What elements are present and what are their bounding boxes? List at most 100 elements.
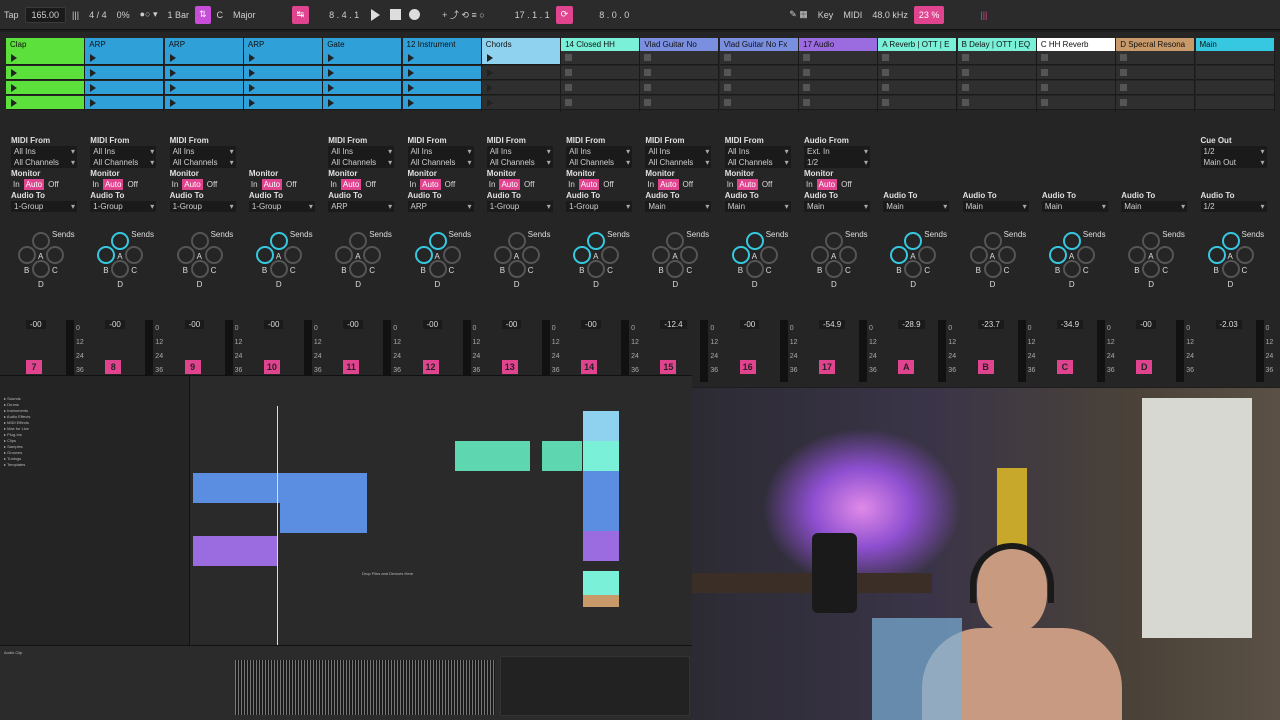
send-a-knob[interactable] — [825, 232, 843, 250]
clip-slot[interactable] — [323, 81, 402, 95]
track-activator-button[interactable]: 12 — [422, 360, 439, 374]
play-clip-icon[interactable] — [90, 99, 97, 107]
clip-slot[interactable] — [402, 51, 481, 65]
clip-slot[interactable] — [878, 66, 957, 80]
play-clip-icon[interactable] — [248, 84, 255, 92]
clip-slot[interactable] — [6, 81, 84, 95]
send-d-knob[interactable] — [825, 260, 843, 278]
track-title[interactable]: 12 Instrument — [402, 38, 482, 51]
monitor-switch[interactable]: In Auto Off — [11, 179, 85, 190]
clip-slot[interactable] — [323, 96, 402, 110]
clip-slot[interactable] — [85, 66, 164, 80]
track-activator-button[interactable]: 15 — [660, 360, 677, 374]
clip-slot[interactable] — [323, 51, 402, 65]
clip-slot[interactable] — [85, 51, 164, 65]
send-b-knob[interactable] — [1128, 246, 1147, 264]
clip-slot[interactable] — [243, 51, 322, 65]
monitor-switch[interactable]: In Auto Off — [566, 179, 640, 190]
stop-clip-icon[interactable] — [644, 69, 652, 76]
monitor-option[interactable]: Off — [601, 179, 616, 190]
send-c-knob[interactable] — [839, 246, 857, 264]
clip-slot[interactable] — [878, 51, 957, 65]
volume-field[interactable]: -00 — [26, 320, 46, 329]
monitor-option[interactable]: Off — [760, 179, 775, 190]
track-title[interactable]: 14 Closed HH — [561, 38, 641, 51]
stop-button[interactable] — [390, 9, 402, 20]
input-source-select[interactable]: All Ins — [169, 146, 236, 157]
play-clip-icon[interactable] — [169, 54, 176, 62]
clip-slot[interactable] — [243, 66, 322, 80]
clip-slot[interactable] — [402, 66, 481, 80]
volume-field[interactable]: -00 — [105, 320, 125, 329]
follow-icon[interactable]: ●○ ▾ — [136, 6, 162, 24]
output-select[interactable]: 1-Group — [486, 201, 553, 212]
clip-slot[interactable] — [164, 96, 243, 110]
send-b-knob[interactable] — [97, 246, 116, 264]
monitor-option[interactable]: Off — [46, 179, 61, 190]
volume-field[interactable]: -00 — [581, 320, 601, 329]
quantize-select[interactable]: 1 Bar — [163, 6, 193, 24]
output-select[interactable]: 1/2 — [1200, 201, 1267, 212]
send-c-knob[interactable] — [1235, 246, 1254, 264]
clip-slot[interactable] — [1036, 81, 1115, 95]
monitor-option[interactable]: Auto — [578, 179, 600, 190]
clip-slot[interactable] — [1116, 66, 1195, 80]
metronome-icon[interactable]: ||| — [68, 6, 83, 24]
level-meter[interactable] — [66, 320, 74, 382]
track-activator-button[interactable]: 10 — [263, 360, 280, 374]
output-select[interactable]: ARP — [407, 201, 474, 212]
stop-clip-icon[interactable] — [961, 99, 969, 106]
send-a-knob[interactable] — [983, 232, 1002, 250]
volume-field[interactable]: -00 — [263, 320, 284, 329]
input-channel-select[interactable]: All Channels — [566, 157, 633, 168]
send-c-knob[interactable] — [1156, 246, 1175, 264]
monitor-option[interactable]: Auto — [658, 179, 679, 190]
output-select[interactable]: Main — [804, 201, 870, 212]
input-source-select[interactable]: All Ins — [407, 146, 474, 157]
monitor-option[interactable]: Auto — [261, 179, 283, 190]
send-b-knob[interactable] — [335, 246, 354, 264]
clip-slot[interactable] — [561, 96, 640, 110]
volume-field[interactable]: -00 — [422, 320, 443, 329]
clip-slot[interactable] — [561, 66, 640, 80]
loop-switch-icon[interactable]: ⟳ — [555, 5, 574, 24]
play-clip-icon[interactable] — [407, 99, 414, 107]
volume-field[interactable]: -00 — [501, 320, 522, 329]
send-a-knob[interactable] — [507, 232, 526, 250]
send-b-knob[interactable] — [493, 246, 512, 264]
input-channel-select[interactable]: 1/2 — [804, 157, 870, 168]
stop-clip-icon[interactable] — [565, 69, 573, 76]
output-select[interactable]: 1-Group — [566, 201, 633, 212]
input-source-select[interactable]: All Ins — [90, 146, 157, 157]
clip-slot[interactable] — [402, 81, 481, 95]
stop-clip-icon[interactable] — [882, 84, 890, 91]
clip-slot[interactable] — [6, 96, 84, 110]
monitor-option[interactable]: Off — [522, 179, 537, 190]
play-clip-icon[interactable] — [328, 99, 335, 107]
level-meter[interactable] — [779, 320, 788, 382]
send-a-knob[interactable] — [666, 232, 685, 250]
stop-clip-icon[interactable] — [723, 99, 731, 106]
clip-slot[interactable] — [481, 81, 560, 95]
monitor-option[interactable]: Off — [681, 179, 696, 190]
stop-clip-icon[interactable] — [803, 84, 810, 91]
send-b-knob[interactable] — [652, 246, 671, 264]
send-a-knob[interactable] — [349, 232, 368, 250]
input-channel-select[interactable]: All Channels — [486, 157, 553, 168]
output-select[interactable]: Main — [962, 201, 1029, 212]
clip-slot[interactable] — [640, 81, 719, 95]
monitor-option[interactable]: Auto — [23, 179, 45, 190]
play-clip-icon[interactable] — [407, 69, 414, 77]
stop-clip-icon[interactable] — [565, 54, 573, 61]
level-meter[interactable] — [859, 320, 867, 382]
clip-slot[interactable] — [561, 51, 640, 65]
clip-slot[interactable] — [561, 81, 640, 95]
send-d-knob[interactable] — [349, 260, 368, 278]
view-toggle-icon[interactable]: ||| — [976, 6, 991, 24]
track-title[interactable]: Gate — [323, 38, 403, 51]
clip-green-1[interactable] — [455, 441, 530, 471]
clip-slot[interactable] — [957, 66, 1036, 80]
send-d-knob[interactable] — [587, 260, 606, 278]
track-title[interactable]: Vlad Guitar No — [640, 38, 720, 51]
send-a-knob[interactable] — [587, 232, 606, 250]
